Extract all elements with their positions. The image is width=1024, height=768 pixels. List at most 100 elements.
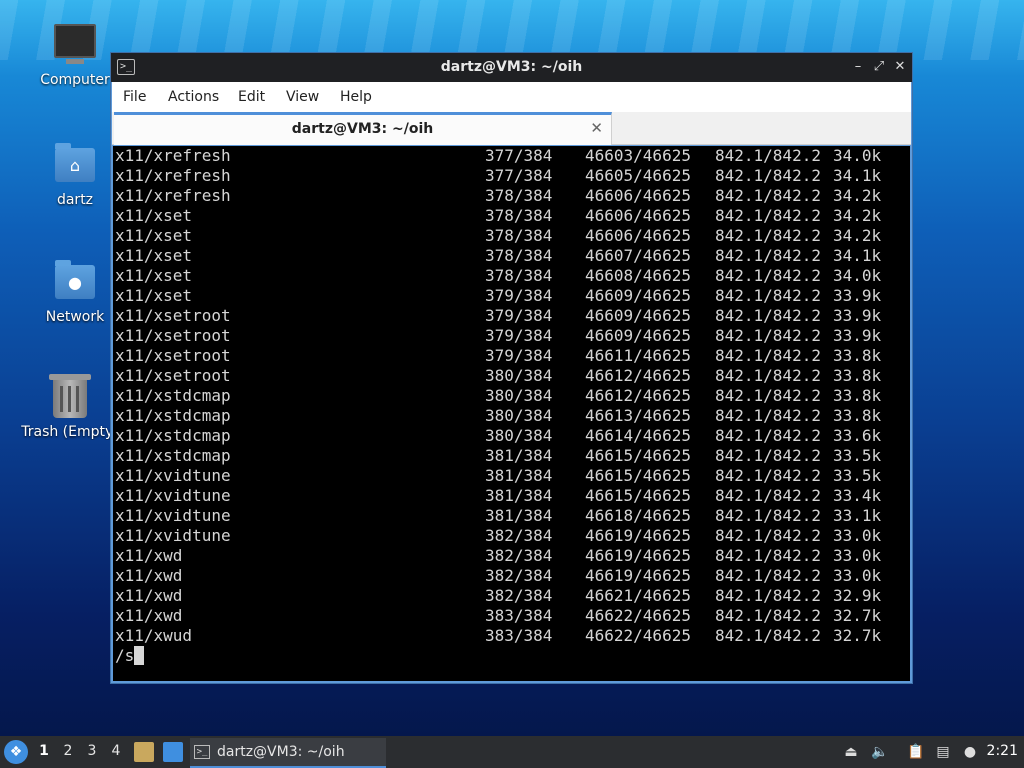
package-count: 379/384 xyxy=(485,346,553,365)
file-count: 46614/46625 xyxy=(585,426,691,445)
package-name: x11/xstdcmap xyxy=(115,406,231,425)
size-progress: 842.1/842.2 xyxy=(715,526,821,545)
package-count: 381/384 xyxy=(485,466,553,485)
size-progress: 842.1/842.2 xyxy=(715,406,821,425)
menu-view[interactable]: View xyxy=(286,89,319,105)
file-count: 46603/46625 xyxy=(585,146,691,165)
package-name: x11/xset xyxy=(115,266,193,285)
tab-close-icon[interactable]: ✕ xyxy=(590,119,603,137)
terminal-prompt: /s xyxy=(115,646,145,666)
workspace-2[interactable]: 2 xyxy=(60,743,76,759)
file-count: 46605/46625 xyxy=(585,166,691,185)
volume-icon[interactable]: 🔈 xyxy=(871,743,889,761)
package-name: x11/xrefresh xyxy=(115,186,231,205)
package-name: x11/xstdcmap xyxy=(115,386,231,405)
size-progress: 842.1/842.2 xyxy=(715,186,821,205)
package-name: x11/xsetroot xyxy=(115,346,231,365)
menu-edit[interactable]: Edit xyxy=(238,89,265,105)
size-progress: 842.1/842.2 xyxy=(715,326,821,345)
file-count: 46613/46625 xyxy=(585,406,691,425)
file-count: 46612/46625 xyxy=(585,366,691,385)
package-count: 377/384 xyxy=(485,166,553,185)
terminal-tab[interactable]: dartz@VM3: ~/oih ✕ xyxy=(114,112,612,145)
transfer-rate: 34.2k xyxy=(833,186,882,205)
size-progress: 842.1/842.2 xyxy=(715,266,821,285)
package-count: 378/384 xyxy=(485,226,553,245)
size-progress: 842.1/842.2 xyxy=(715,486,821,505)
window-titlebar[interactable]: >_ dartz@VM3: ~/oih – ⤢ ✕ xyxy=(111,53,912,82)
package-count: 380/384 xyxy=(485,406,553,425)
start-menu-icon[interactable]: ❖ xyxy=(4,740,28,764)
desktop-icon-trash[interactable]: Trash (Empty) xyxy=(20,372,120,440)
clipboard-icon[interactable]: 📋 xyxy=(907,743,925,761)
file-count: 46606/46625 xyxy=(585,186,691,205)
file-count: 46611/46625 xyxy=(585,346,691,365)
size-progress: 842.1/842.2 xyxy=(715,466,821,485)
package-name: x11/xvidtune xyxy=(115,526,231,545)
size-progress: 842.1/842.2 xyxy=(715,446,821,465)
package-count: 380/384 xyxy=(485,426,553,445)
package-count: 383/384 xyxy=(485,606,553,625)
menu-bar: File Actions Edit View Help xyxy=(112,82,911,112)
size-progress: 842.1/842.2 xyxy=(715,306,821,325)
transfer-rate: 34.0k xyxy=(833,146,882,165)
transfer-rate: 33.9k xyxy=(833,306,882,325)
maximize-button[interactable]: ⤢ xyxy=(870,58,888,76)
taskbar-task-terminal[interactable]: >_ dartz@VM3: ~/oih xyxy=(190,738,386,768)
transfer-rate: 34.2k xyxy=(833,206,882,225)
workspace-1[interactable]: 1 xyxy=(36,743,52,759)
menu-actions[interactable]: Actions xyxy=(168,89,219,105)
transfer-rate: 32.7k xyxy=(833,606,882,625)
close-button[interactable]: ✕ xyxy=(891,58,909,76)
package-name: x11/xvidtune xyxy=(115,466,231,485)
clock[interactable]: 2:21 xyxy=(987,743,1018,759)
package-count: 381/384 xyxy=(485,486,553,505)
window-title: dartz@VM3: ~/oih xyxy=(440,59,583,75)
size-progress: 842.1/842.2 xyxy=(715,166,821,185)
package-count: 378/384 xyxy=(485,246,553,265)
eject-icon[interactable]: ⏏ xyxy=(842,743,860,761)
package-name: x11/xwd xyxy=(115,586,183,605)
transfer-rate: 33.0k xyxy=(833,546,882,565)
package-count: 379/384 xyxy=(485,326,553,345)
text-cursor xyxy=(134,646,145,665)
package-name: x11/xsetroot xyxy=(115,326,231,345)
transfer-rate: 34.1k xyxy=(833,246,882,265)
file-count: 46622/46625 xyxy=(585,626,691,645)
transfer-rate: 33.1k xyxy=(833,506,882,525)
transfer-rate: 33.6k xyxy=(833,426,882,445)
size-progress: 842.1/842.2 xyxy=(715,626,821,645)
transfer-rate: 33.8k xyxy=(833,386,882,405)
workspace-3[interactable]: 3 xyxy=(84,743,100,759)
package-count: 383/384 xyxy=(485,626,553,645)
package-name: x11/xset xyxy=(115,226,193,245)
transfer-rate: 34.0k xyxy=(833,266,882,285)
update-notifier-icon[interactable]: ● xyxy=(961,743,979,761)
package-count: 382/384 xyxy=(485,586,553,605)
file-count: 46621/46625 xyxy=(585,586,691,605)
size-progress: 842.1/842.2 xyxy=(715,586,821,605)
transfer-rate: 33.4k xyxy=(833,486,882,505)
package-count: 378/384 xyxy=(485,186,553,205)
transfer-rate: 33.9k xyxy=(833,326,882,345)
task-label: dartz@VM3: ~/oih xyxy=(217,744,345,760)
show-desktop-icon[interactable] xyxy=(163,742,183,762)
trash-icon xyxy=(49,374,91,418)
workspace-4[interactable]: 4 xyxy=(108,743,124,759)
terminal-output[interactable]: /s x11/xrefresh 377/384 46603/46625 842.1/8… xyxy=(113,146,910,681)
package-name: x11/xwd xyxy=(115,566,183,585)
file-count: 46609/46625 xyxy=(585,326,691,345)
minimize-button[interactable]: – xyxy=(849,58,867,76)
package-name: x11/xsetroot xyxy=(115,306,231,325)
package-name: x11/xrefresh xyxy=(115,146,231,165)
transfer-rate: 33.8k xyxy=(833,346,882,365)
file-count: 46619/46625 xyxy=(585,566,691,585)
terminal-task-icon: >_ xyxy=(194,745,210,759)
transfer-rate: 33.5k xyxy=(833,466,882,485)
file-manager-icon[interactable] xyxy=(134,742,154,762)
menu-help[interactable]: Help xyxy=(340,89,372,105)
size-progress: 842.1/842.2 xyxy=(715,206,821,225)
menu-file[interactable]: File xyxy=(123,89,146,105)
network-icon[interactable]: ▤ xyxy=(934,743,952,761)
file-count: 46618/46625 xyxy=(585,506,691,525)
